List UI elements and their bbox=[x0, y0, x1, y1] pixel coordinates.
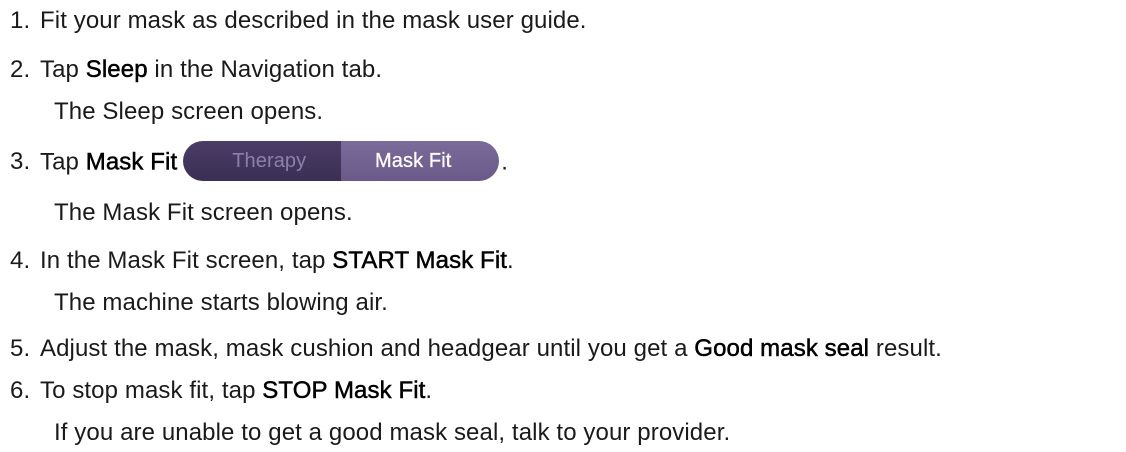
step-text: To stop mask fit, tap bbox=[40, 377, 263, 404]
toggle-mask-fit-segment: Mask Fit bbox=[341, 141, 500, 181]
step-number: 2. bbox=[10, 56, 31, 83]
step-number: 1. bbox=[10, 7, 31, 34]
step-4-result: The machine starts blowing air. bbox=[54, 289, 388, 316]
step-number: 3. bbox=[10, 148, 31, 176]
toggle-therapy-segment: Therapy bbox=[183, 141, 342, 181]
step-6: 6. To stop mask fit, tap STOP Mask Fit. bbox=[0, 372, 432, 410]
step-bold-text: Mask Fit bbox=[85, 148, 178, 176]
instruction-list: 1. Fit your mask as described in the mask… bbox=[0, 0, 1126, 452]
step-text: Adjust the mask, mask cushion and headge… bbox=[40, 335, 695, 362]
step-text: . bbox=[501, 148, 509, 176]
step-text: In the Mask Fit screen, tap bbox=[40, 247, 333, 274]
step-text: . bbox=[425, 377, 433, 404]
step-2: 2. Tap Sleep in the Navigation tab. bbox=[0, 51, 382, 89]
step-bold-text: START Mask Fit bbox=[332, 247, 508, 275]
step-3: 3. Tap Mask Fit Therapy Mask Fit. bbox=[0, 141, 509, 181]
step-text: Tap bbox=[40, 148, 86, 176]
step-text: . bbox=[507, 247, 514, 274]
step-bold-text: STOP Mask Fit bbox=[262, 377, 426, 405]
step-3-result: The Mask Fit screen opens. bbox=[54, 199, 353, 226]
step-number: 4. bbox=[10, 247, 31, 274]
therapy-maskfit-toggle: Therapy Mask Fit bbox=[183, 141, 500, 181]
step-5: 5. Adjust the mask, mask cushion and head… bbox=[0, 330, 942, 368]
step-text: Tap bbox=[40, 56, 86, 83]
step-1: 1. Fit your mask as described in the mask… bbox=[0, 2, 587, 40]
step-number: 5. bbox=[10, 335, 31, 362]
step-number: 6. bbox=[10, 377, 31, 404]
step-bold-text: Good mask seal bbox=[694, 335, 870, 363]
step-text: Fit your mask as described in the mask u… bbox=[40, 7, 587, 34]
step-bold-text: Sleep bbox=[85, 56, 148, 84]
step-6-result: If you are unable to get a good mask sea… bbox=[54, 419, 731, 446]
step-2-result: The Sleep screen opens. bbox=[54, 98, 324, 125]
step-text: result. bbox=[869, 335, 942, 362]
step-4: 4. In the Mask Fit screen, tap START Mask… bbox=[0, 242, 514, 280]
step-text: in the Navigation tab. bbox=[147, 56, 383, 83]
